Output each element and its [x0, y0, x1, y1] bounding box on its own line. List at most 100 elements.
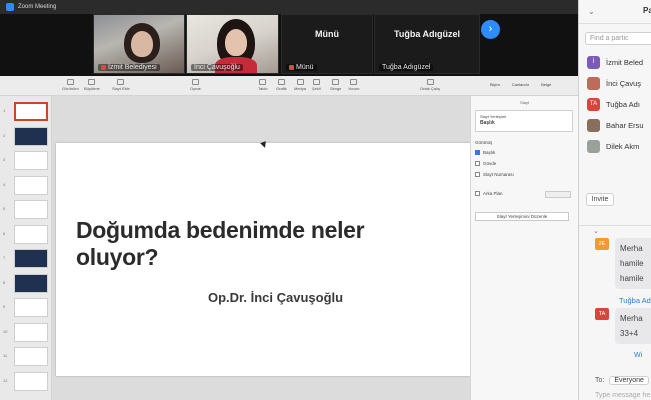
body-checkbox[interactable]: Gövde	[475, 161, 496, 166]
chart-icon	[277, 79, 285, 85]
edit-layout-button[interactable]: Slayt Yerleşimini Düzenle	[475, 212, 569, 221]
slide-title[interactable]: Doğumda bedenimde neler oluyor?	[76, 217, 416, 271]
appearance-label: Görünüş	[475, 140, 493, 145]
slide-thumbnail[interactable]	[14, 200, 48, 219]
participant-item[interactable]: Bahar Ersu	[587, 115, 651, 136]
participant-list: İ İzmit Beled İnci Çavuş TA Tuğba Adı Bahar E…	[587, 52, 651, 157]
slide-thumbnail[interactable]	[14, 371, 48, 391]
current-slide[interactable]: Doğumda bedenimde neler oluyor? Op.Dr. İ…	[56, 143, 470, 376]
slide-thumbnail[interactable]	[14, 249, 48, 268]
tab-document[interactable]: Belge	[541, 82, 551, 87]
zoom-titlebar: Zoom Meeting	[0, 0, 578, 14]
toolbar-shape-button[interactable]: Şekil	[312, 79, 321, 91]
slide-thumbnail-number: 11	[3, 353, 8, 358]
slide-thumbnail-number: 8	[3, 279, 6, 285]
table-icon	[259, 79, 267, 85]
divider	[579, 225, 651, 226]
toolbar-table-button[interactable]: Tablo	[258, 79, 268, 91]
video-tile-inci[interactable]: İnci Çavuşoğlu	[186, 14, 279, 74]
panel-title: Pa	[643, 6, 651, 15]
participant-item[interactable]: Dilek Akm	[587, 136, 651, 157]
participant-face	[131, 31, 153, 57]
video-tile-izmit[interactable]: İzmit Belediyesi	[93, 14, 185, 74]
toolbar-symbol-button[interactable]: Simge	[330, 79, 341, 91]
slide-thumbnail-number: 9	[3, 304, 6, 309]
slide-thumbnail[interactable]	[14, 273, 48, 293]
slide-thumbnail[interactable]	[14, 322, 48, 342]
symbol-icon	[332, 79, 340, 85]
chat-bubble: Merha hamile hamile	[615, 238, 651, 289]
participant-name: İzmit Beled	[606, 58, 644, 67]
slide-thumbnail[interactable]	[14, 298, 48, 317]
slide-thumbnail-number: 5	[3, 206, 6, 211]
to-label: To:	[595, 377, 605, 384]
slide-thumbnail-number: 6	[3, 230, 6, 236]
screen: Zoom Meeting İzmit Belediyesi İnci Çavuş…	[0, 0, 651, 400]
add-slide-icon	[117, 79, 125, 85]
participant-item[interactable]: İnci Çavuş	[587, 73, 651, 94]
next-page-arrow-icon[interactable]: ›	[481, 20, 500, 39]
slide-thumbnail-number: 4	[3, 181, 6, 187]
recipient-select[interactable]: Everyone	[609, 376, 649, 385]
shape-icon	[312, 79, 320, 85]
layout-selector[interactable]: Slayt Yerleşimi Başlık	[475, 110, 573, 132]
keynote-app: Görünüm Büyütme Slayt Ekle Oynat Tablo G…	[0, 76, 578, 400]
tab-animate[interactable]: Canlandır	[512, 82, 529, 87]
play-icon	[191, 79, 199, 85]
inspector-tabs: Biçim Canlandır Belge	[490, 82, 551, 87]
invite-button[interactable]: Invite	[586, 193, 614, 206]
toolbar-collaborate-button[interactable]: Ortak Çalış	[420, 79, 440, 91]
avatar	[587, 77, 600, 90]
video-tile-tugba[interactable]: Tuğba Adıgüzel Tuğba Adıgüzel	[374, 14, 480, 74]
title-checkbox[interactable]: Başlık	[475, 150, 495, 155]
participant-item[interactable]: TA Tuğba Adı	[587, 94, 651, 115]
participant-item[interactable]: İ İzmit Beled	[587, 52, 651, 73]
participant-name: İnci Çavuş	[606, 79, 642, 88]
video-tile-label: İnci Çavuşoğlu	[191, 64, 243, 71]
avatar	[587, 140, 600, 153]
video-tile-munu[interactable]: Münü Münü	[281, 14, 373, 74]
slide-thumbnail[interactable]	[14, 224, 48, 244]
participant-name: Tuğba Adı	[606, 100, 640, 109]
chat-input[interactable]: Type message he	[595, 392, 650, 399]
comment-icon	[350, 79, 358, 85]
toolbar-media-button[interactable]: Medya	[294, 79, 306, 91]
participant-name: Dilek Akm	[606, 142, 640, 151]
toolbar-add-slide-button[interactable]: Slayt Ekle	[112, 79, 130, 91]
background-row[interactable]: Arka Plan	[475, 191, 503, 196]
layout-label: Slayt Yerleşimi	[480, 114, 507, 119]
toolbar-view-button[interactable]: Görünüm	[62, 79, 79, 91]
avatar	[587, 119, 600, 132]
slide-number-checkbox[interactable]: Slayt Numarası	[475, 172, 514, 177]
toolbar-chart-button[interactable]: Grafik	[276, 79, 287, 91]
checkbox-icon	[475, 172, 480, 177]
slide-thumbnail-number: 10	[3, 328, 8, 334]
media-icon	[296, 79, 304, 85]
avatar: TA	[587, 98, 600, 111]
who-can-see-link[interactable]: Wi	[634, 352, 642, 359]
chat-bubble: Merha 33+4	[615, 308, 651, 344]
slide-thumbnail[interactable]	[14, 175, 48, 195]
participant-search-input[interactable]: Find a partic	[585, 32, 651, 45]
chevron-down-icon[interactable]: ⌄	[588, 7, 595, 16]
slide-thumbnail[interactable]	[14, 151, 48, 170]
slide-canvas: Doğumda bedenimde neler oluyor? Op.Dr. İ…	[52, 96, 470, 400]
chat-message: 2E Merha hamile hamile	[595, 238, 651, 289]
tab-format[interactable]: Biçim	[490, 82, 500, 87]
slide-thumbnail[interactable]	[14, 347, 48, 366]
background-color-swatch[interactable]	[545, 191, 571, 198]
chevron-down-icon[interactable]: ⌄	[593, 227, 599, 235]
video-tile-label: Münü	[286, 64, 317, 71]
checkbox-icon	[475, 191, 480, 196]
view-icon	[66, 79, 74, 85]
slide-thumbnail[interactable]	[14, 102, 48, 121]
zoom-window: Zoom Meeting İzmit Belediyesi İnci Çavuş…	[0, 0, 578, 400]
toolbar-comment-button[interactable]: Yorum	[348, 79, 359, 91]
toolbar-zoom-button[interactable]: Büyütme	[84, 79, 100, 91]
chat-sender-name: Tuğba Ad	[619, 296, 651, 305]
slide-subtitle[interactable]: Op.Dr. İnci Çavuşoğlu	[208, 290, 343, 305]
slide-thumbnail[interactable]	[14, 126, 48, 146]
window-title: Zoom Meeting	[18, 4, 57, 10]
slide-thumbnail-number: 12	[3, 377, 8, 383]
toolbar-play-button[interactable]: Oynat	[190, 79, 201, 91]
